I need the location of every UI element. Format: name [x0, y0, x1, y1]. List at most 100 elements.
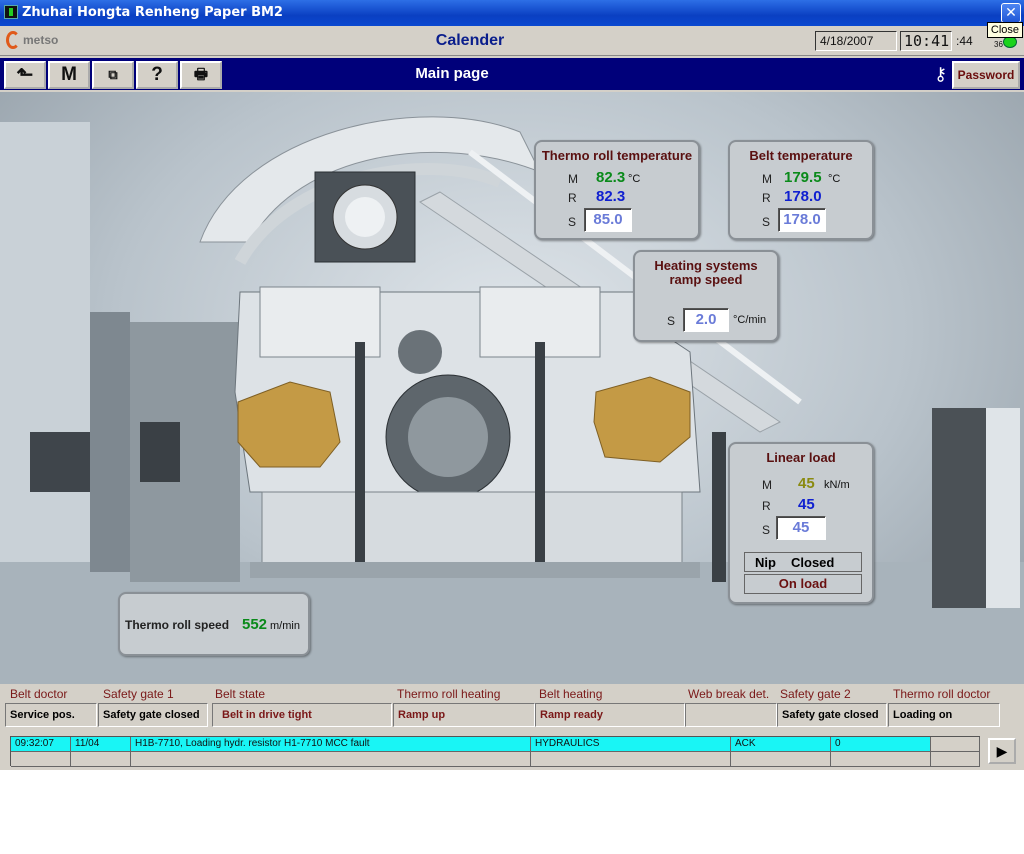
status-label-belt-state: Belt state — [215, 687, 266, 701]
belt-temperature-panel: Belt temperature M 179.5 °C R 178.0 S 17… — [728, 140, 874, 240]
key-icon: ⚷ — [934, 64, 948, 84]
load-state-button[interactable]: On load — [744, 574, 862, 594]
reference-label: R — [568, 191, 577, 205]
setpoint-label: S — [568, 215, 577, 229]
unit-label: °C/min — [733, 314, 767, 326]
panel-title-line1: Heating systems — [654, 258, 758, 273]
seconds-display: :44 — [956, 34, 973, 48]
alarm-empty-cell — [531, 752, 731, 767]
thermo-roll-reference-value: 82.3 — [596, 188, 626, 205]
status-value-belt-heating: Ramp ready — [535, 703, 685, 727]
small-number: 36 — [994, 40, 1003, 49]
thermo-roll-measured-value: 82.3 — [596, 169, 626, 186]
status-value-safety-gate-1: Safety gate closed — [98, 703, 208, 727]
status-label-thermo-roll-heating: Thermo roll heating — [397, 687, 501, 701]
close-button[interactable]: ✕ — [1001, 3, 1021, 23]
app-icon — [4, 5, 18, 19]
status-label-web-break: Web break det. — [688, 687, 770, 701]
back-button[interactable]: ⬑ — [4, 61, 46, 89]
page-title: Main page — [415, 65, 489, 82]
unit-label: °C — [828, 173, 841, 185]
reference-label: R — [762, 191, 771, 205]
alarm-bar: 09:32:07 11/04 H1B-7710, Loading hydr. r… — [0, 730, 1024, 770]
main-menu-button[interactable]: M — [48, 61, 90, 89]
unit-label: °C — [628, 173, 641, 185]
nip-label: Nip — [755, 555, 776, 570]
network-button[interactable]: ⧉ — [92, 61, 134, 89]
unit-label: kN/m — [824, 479, 850, 491]
header: metso Calender 4/18/2007 10:41 :44 36 — [0, 26, 1024, 56]
alarm-empty-cell — [71, 752, 131, 767]
nip-status: Nip Closed — [744, 552, 862, 572]
panel-title: Thermo roll temperature — [541, 148, 693, 163]
nip-state: Closed — [791, 555, 835, 570]
back-arrow-icon: ⬑ — [16, 64, 34, 86]
window-title: Zhuhai Hongta Renheng Paper BM2 — [22, 5, 283, 20]
printer-icon: 🖶 — [193, 66, 209, 83]
heating-ramp-speed-panel: Heating systems ramp speed S 2.0 °C/min — [633, 250, 779, 342]
setpoint-label: S — [762, 215, 771, 229]
panel-title: Linear load — [766, 450, 836, 465]
hmi-window: Zhuhai Hongta Renheng Paper BM2 ✕ Close … — [0, 0, 1024, 854]
play-arrow-icon: ▶ — [996, 743, 1008, 759]
status-value-thermo-roll-doctor: Loading on — [888, 703, 1000, 727]
thermo-roll-speed-value: 552 — [242, 616, 268, 633]
status-value-thermo-roll-heating: Ramp up — [393, 703, 535, 727]
alarm-time: 09:32:07 — [11, 737, 71, 752]
panel-title-line2: ramp speed — [669, 272, 743, 287]
network-icon: ⧉ — [108, 67, 118, 82]
reference-label: R — [762, 499, 771, 513]
toolbar: ⬑ M ⧉ ? 🖶 Main page ⚷ Password — [0, 56, 1024, 92]
panel-title: Belt temperature — [749, 148, 853, 163]
alarm-group: HYDRAULICS — [531, 737, 731, 752]
title-bar: Zhuhai Hongta Renheng Paper BM2 ✕ — [0, 0, 1024, 26]
ramp-speed-setpoint-input[interactable]: 2.0 — [683, 308, 729, 332]
status-label-thermo-roll-doctor: Thermo roll doctor — [893, 687, 991, 701]
alarm-empty-cell — [11, 752, 71, 767]
status-label-belt-heating: Belt heating — [539, 687, 603, 701]
status-label-safety-gate-2: Safety gate 2 — [780, 687, 851, 701]
thermo-roll-speed-label: Thermo roll speed — [125, 618, 230, 632]
alarm-next-button[interactable]: ▶ — [988, 738, 1016, 764]
alarm-empty-cell — [931, 752, 980, 767]
thermo-roll-temperature-panel: Thermo roll temperature M 82.3 °C R 82.3… — [534, 140, 700, 240]
alarm-empty-cell — [731, 752, 831, 767]
thermo-roll-speed-panel: Thermo roll speed 552 m/min — [118, 592, 310, 656]
thermo-roll-setpoint-input[interactable]: 85.0 — [584, 208, 632, 232]
alarm-text: H1B-7710, Loading hydr. resistor H1-7710… — [131, 737, 531, 752]
area-title: Calender — [435, 32, 505, 49]
linear-load-measured-value: 45 — [798, 475, 815, 492]
status-value-safety-gate-2: Safety gate closed — [777, 703, 887, 727]
setpoint-label: S — [667, 314, 676, 328]
print-button[interactable]: 🖶 — [180, 61, 222, 89]
status-strip: Belt doctor Safety gate 1 Belt state The… — [0, 684, 1024, 730]
alarm-empty-cell — [131, 752, 531, 767]
status-label-belt-doctor: Belt doctor — [10, 687, 68, 701]
password-button[interactable]: Password — [952, 61, 1020, 89]
alarm-list[interactable]: 09:32:07 11/04 H1B-7710, Loading hydr. r… — [10, 736, 980, 767]
calender-scene: Thermo roll temperature M 82.3 °C R 82.3… — [0, 92, 1024, 684]
alarm-date: 11/04 — [71, 737, 131, 752]
setpoint-label: S — [762, 523, 771, 537]
measured-label: M — [762, 478, 772, 492]
status-label-safety-gate-1: Safety gate 1 — [103, 687, 174, 701]
measured-label: M — [568, 172, 578, 186]
status-value-web-break — [685, 703, 777, 727]
date-display: 4/18/2007 — [815, 31, 897, 51]
alarm-count: 0 — [831, 737, 931, 752]
measured-label: M — [762, 172, 772, 186]
close-icon: ✕ — [1005, 4, 1017, 20]
status-value-belt-doctor: Service pos. — [5, 703, 97, 727]
status-value-belt-state: Belt in drive tight — [212, 703, 392, 727]
close-tooltip: Close — [986, 22, 1023, 38]
alarm-state: ACK — [731, 737, 831, 752]
help-button[interactable]: ? — [136, 61, 178, 89]
linear-load-setpoint-input[interactable]: 45 — [776, 516, 826, 540]
time-display: 10:41 — [900, 31, 952, 51]
belt-setpoint-input[interactable]: 178.0 — [778, 208, 826, 232]
alarm-empty-cell — [831, 752, 931, 767]
belt-reference-value: 178.0 — [784, 188, 822, 205]
linear-load-reference-value: 45 — [798, 496, 815, 513]
belt-measured-value: 179.5 — [784, 169, 822, 186]
alarm-extra-cell — [931, 737, 980, 752]
